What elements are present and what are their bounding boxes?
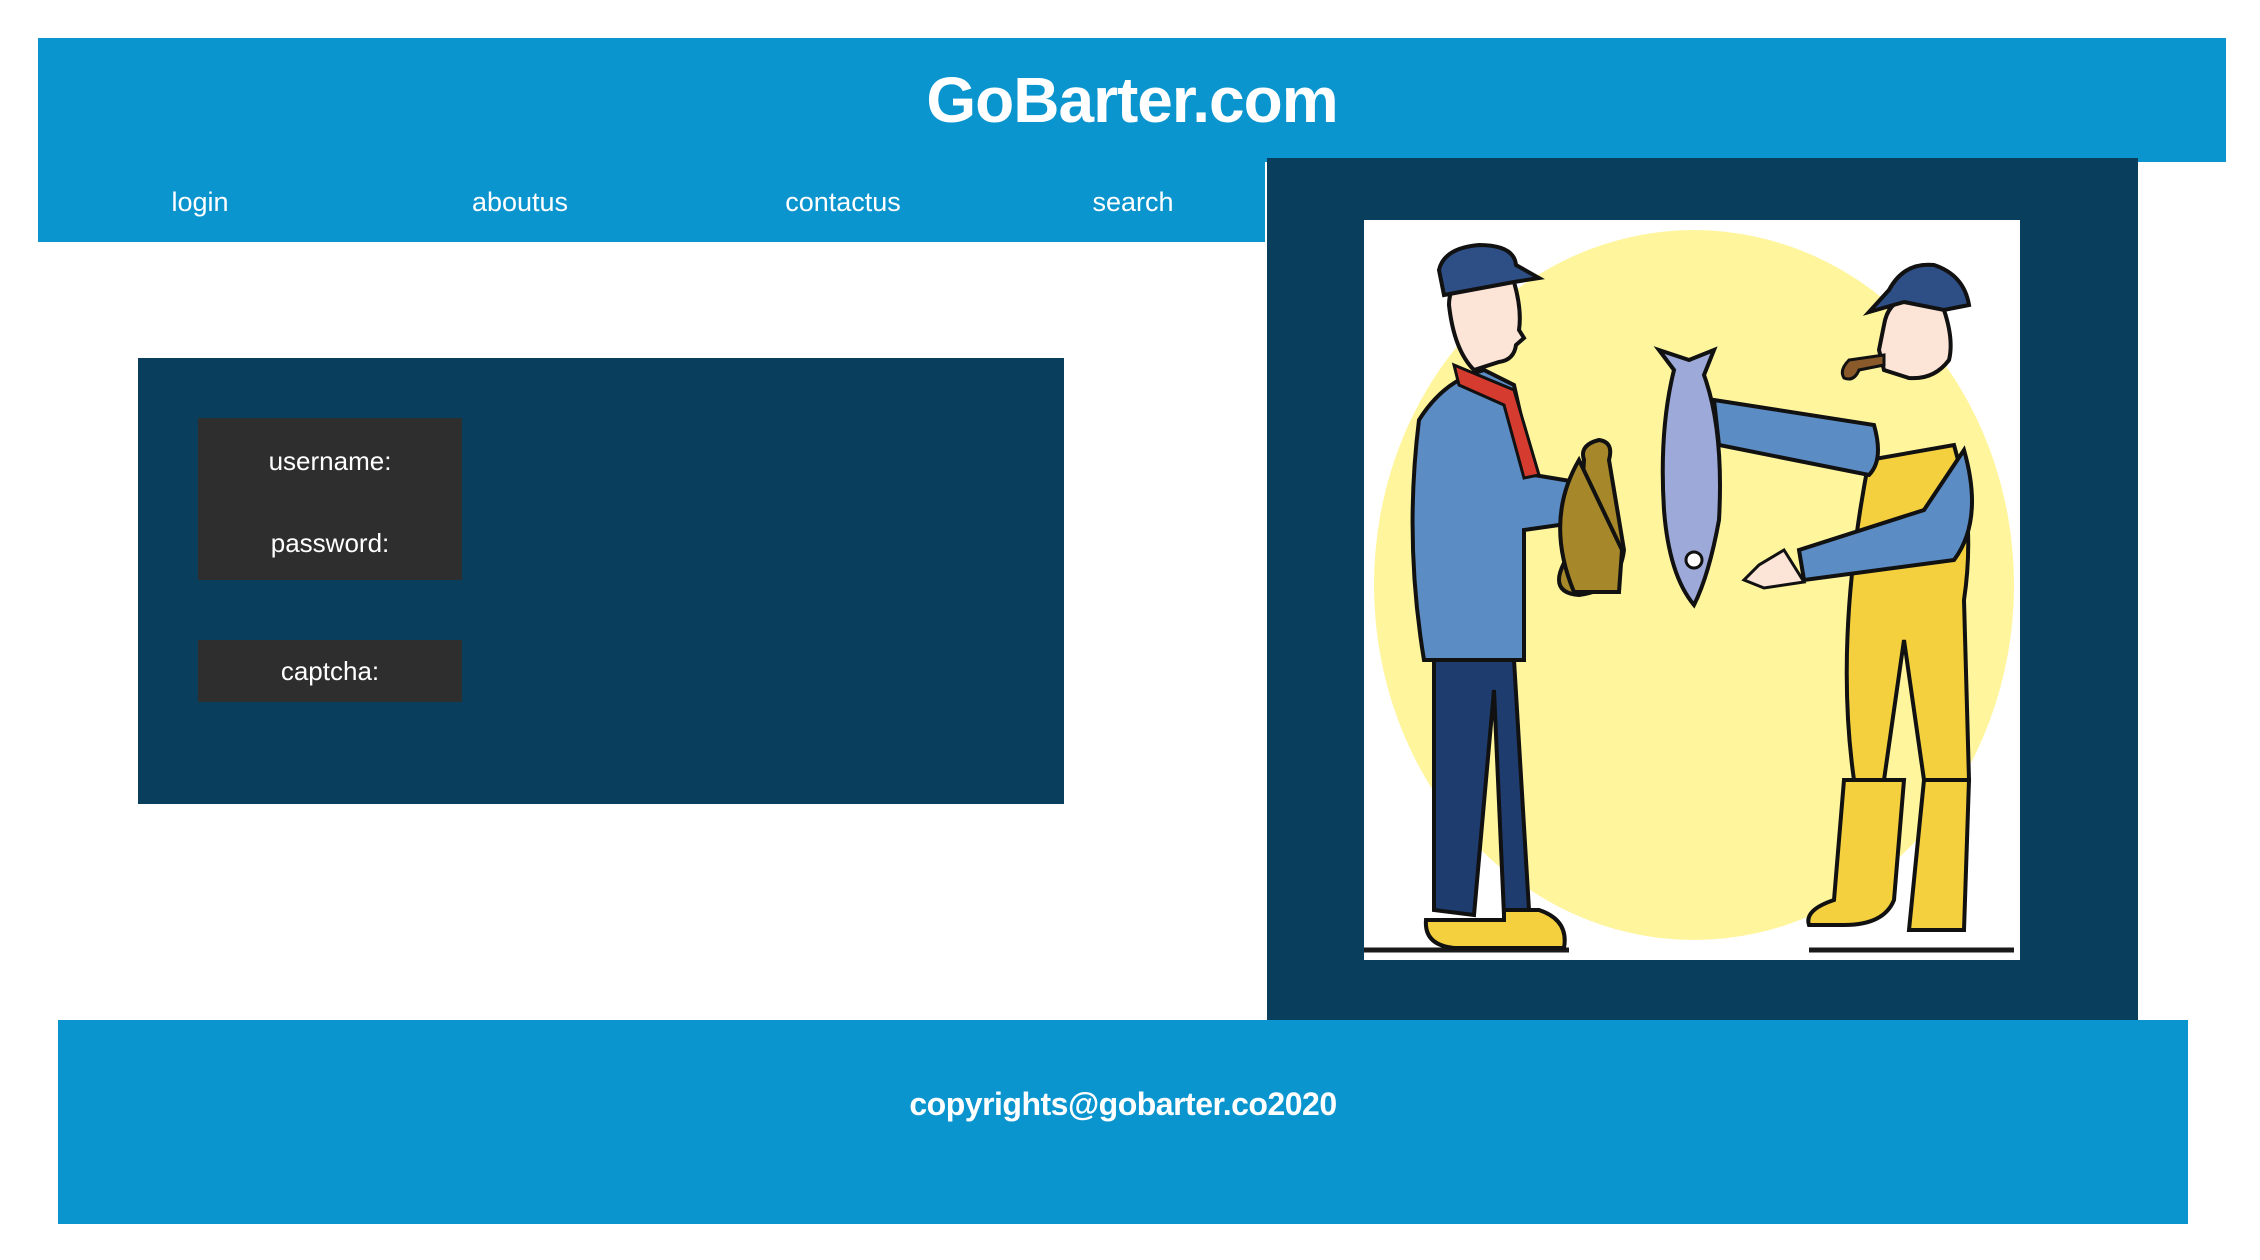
- nav-login-link[interactable]: login: [171, 162, 228, 242]
- login-panel: username: password: captcha:: [138, 358, 1064, 804]
- site-title: GoBarter.com: [926, 64, 1338, 136]
- credentials-label-box: username: password:: [198, 418, 462, 580]
- password-label: password:: [270, 528, 390, 558]
- nav-aboutus-link[interactable]: aboutus: [472, 162, 568, 242]
- nav-search-link[interactable]: search: [1092, 162, 1173, 242]
- footer-bar: copyrights@gobarter.co2020: [58, 1020, 2188, 1224]
- barter-fish-trade-icon: [1364, 230, 2014, 953]
- captcha-label: captcha:: [198, 640, 462, 702]
- barter-illustration: [1364, 220, 2020, 960]
- nav-bar: login aboutus contactus search: [38, 162, 1265, 242]
- illustration-frame: [1267, 158, 2138, 1029]
- nav-contactus-link[interactable]: contactus: [785, 162, 901, 242]
- username-label: username:: [268, 446, 392, 476]
- copyright-text: copyrights@gobarter.co2020: [909, 1086, 1337, 1122]
- header-bar: GoBarter.com: [38, 38, 2226, 162]
